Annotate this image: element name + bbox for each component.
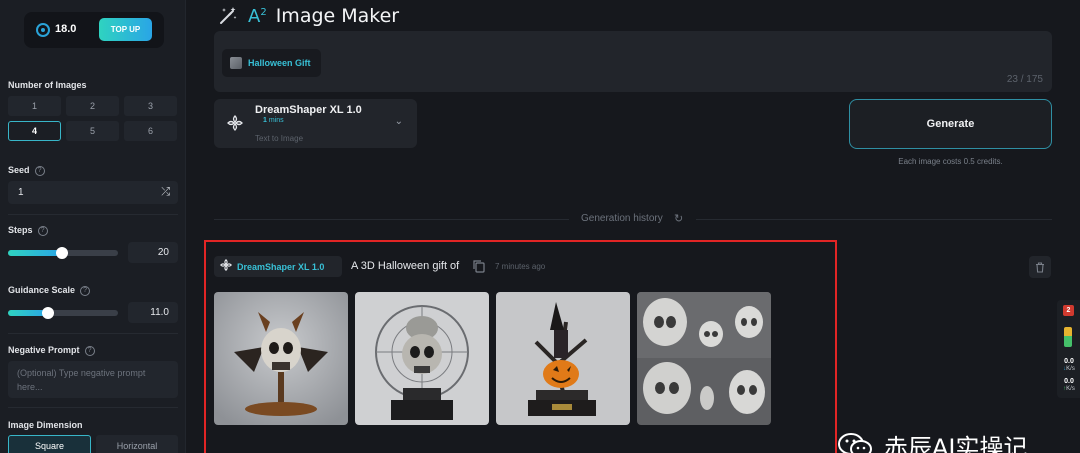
model-duration: 1 mins	[263, 117, 284, 124]
model-icon	[227, 115, 243, 135]
chevron-down-icon[interactable]: ⌄	[395, 116, 403, 127]
history-model-name: DreamShaper XL 1.0	[237, 261, 325, 272]
brand-logo-letter: A	[248, 5, 261, 27]
credits-panel: 18.0 TOP UP	[24, 12, 164, 48]
upload-speed-unit: K/s	[1066, 386, 1075, 392]
guidance-scale-label: Guidance Scale	[8, 285, 76, 295]
wechat-icon	[838, 432, 872, 453]
negative-prompt-input[interactable]: (Optional) Type negative prompt here...	[8, 361, 178, 398]
steps-help-icon[interactable]: ?	[37, 225, 48, 236]
page-title: Image Maker	[275, 5, 400, 27]
dimension-horizontal-option[interactable]: Horizontal	[96, 435, 178, 453]
steps-slider-fill	[8, 250, 62, 256]
guidance-slider-thumb[interactable]	[41, 307, 54, 319]
model-name: DreamShaper XL 1.0	[255, 104, 362, 116]
number-of-images-options: 1 2 3 4 5 6	[8, 96, 178, 141]
guidance-scale-slider[interactable]	[8, 307, 118, 319]
seed-help-icon[interactable]: ?	[34, 165, 45, 176]
seed-label: Seed	[8, 165, 30, 175]
download-speed: 0.0 ↓K/s	[1059, 358, 1079, 373]
prompt-tag-label: Halloween Gift	[248, 58, 311, 68]
trash-icon	[1036, 261, 1044, 273]
images-option-4[interactable]: 4	[8, 121, 61, 141]
tag-thumbnail-icon	[230, 57, 242, 69]
negative-prompt-label-row: Negative Prompt?	[8, 345, 95, 356]
images-option-5[interactable]: 5	[66, 121, 119, 141]
images-option-2[interactable]: 2	[66, 96, 119, 116]
download-speed-value: 0.0	[1064, 358, 1074, 365]
generated-image-3[interactable]	[496, 292, 630, 425]
prompt-textarea[interactable]: Halloween Gift 23 / 175	[214, 31, 1052, 92]
images-option-1[interactable]: 1	[8, 96, 61, 116]
steps-slider[interactable]	[8, 247, 118, 259]
steps-label: Steps	[8, 225, 33, 235]
history-model-tag: DreamShaper XL 1.0	[214, 256, 342, 277]
negative-prompt-label: Negative Prompt	[8, 345, 80, 355]
seed-value: 1	[18, 187, 24, 198]
generation-history-label: Generation history	[581, 213, 663, 224]
system-monitor-widget: 2 0.0 ↓K/s 0.0 ↑K/s	[1057, 300, 1080, 398]
sidebar-divider	[8, 214, 178, 215]
credits-balance: 18.0	[55, 23, 77, 35]
brand-logo-sup: 2	[260, 6, 267, 18]
guidance-scale-value[interactable]: 11.0	[128, 302, 178, 323]
steps-value[interactable]: 20	[128, 242, 178, 263]
model-icon	[219, 258, 233, 274]
history-divider-left	[214, 219, 569, 220]
credit-coin-icon	[36, 23, 50, 37]
model-duration-unit: mins	[268, 117, 284, 124]
generated-image-4[interactable]	[637, 292, 771, 425]
model-selector[interactable]: DreamShaper XL 1.0 1 mins Text to Image ⌄	[214, 99, 417, 148]
magic-wand-icon	[218, 6, 238, 26]
prompt-tag-chip[interactable]: Halloween Gift	[222, 49, 321, 77]
brand-logo: A2	[248, 6, 267, 27]
watermark: 赤辰AI实操记	[838, 428, 1028, 453]
image-dimension-label: Image Dimension	[8, 420, 83, 430]
upload-speed-value: 0.0	[1064, 378, 1074, 385]
upload-speed: 0.0 ↑K/s	[1059, 378, 1079, 393]
guidance-scale-label-row: Guidance Scale?	[8, 285, 91, 296]
model-duration-value: 1	[263, 117, 267, 124]
steps-label-row: Steps?	[8, 225, 48, 236]
number-of-images-label: Number of Images	[8, 80, 87, 90]
sidebar-divider	[8, 333, 178, 334]
images-option-6[interactable]: 6	[124, 121, 177, 141]
guidance-help-icon[interactable]: ?	[80, 285, 91, 296]
history-divider-right	[696, 219, 1052, 220]
shuffle-icon[interactable]: ⤮	[161, 186, 170, 199]
generate-button[interactable]: Generate	[849, 99, 1052, 149]
download-speed-unit: K/s	[1066, 366, 1075, 372]
watermark-text: 赤辰AI实操记	[884, 434, 1028, 453]
delete-history-button[interactable]	[1029, 256, 1051, 278]
copy-icon[interactable]	[472, 259, 486, 273]
notification-badge: 2	[1063, 305, 1074, 316]
sidebar: 18.0 TOP UP Number of Images 1 2 3 4 5 6…	[0, 0, 186, 453]
history-timestamp: 7 minutes ago	[495, 262, 546, 271]
sidebar-divider	[8, 407, 178, 408]
images-option-3[interactable]: 3	[124, 96, 177, 116]
cost-note: Each image costs 0.5 credits.	[898, 157, 1003, 166]
generated-image-2[interactable]	[355, 292, 489, 425]
dimension-square-option[interactable]: Square	[8, 435, 91, 453]
seed-input[interactable]: 1 ⤮	[8, 181, 178, 204]
negative-prompt-help-icon[interactable]: ?	[84, 345, 95, 356]
memory-usage-bar	[1064, 327, 1072, 347]
generated-image-1[interactable]	[214, 292, 348, 425]
steps-slider-thumb[interactable]	[55, 247, 68, 259]
history-prompt-text: A 3D Halloween gift of	[351, 260, 460, 272]
prompt-char-count: 23 / 175	[1006, 74, 1043, 85]
page-header: A2 Image Maker	[218, 4, 399, 28]
top-up-button[interactable]: TOP UP	[99, 18, 152, 41]
seed-label-row: Seed?	[8, 165, 45, 176]
model-type: Text to Image	[255, 134, 304, 143]
refresh-icon[interactable]: ↻	[674, 212, 683, 225]
